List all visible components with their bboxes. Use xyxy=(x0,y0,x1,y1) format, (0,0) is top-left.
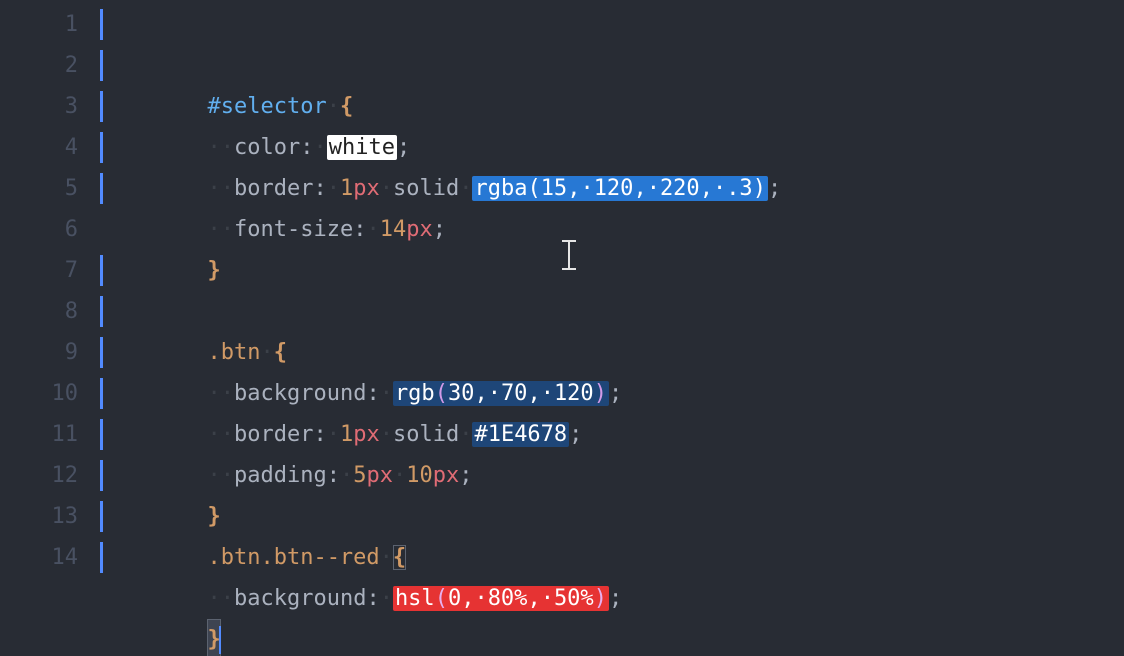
fold-indicator xyxy=(100,91,103,122)
fold-indicator xyxy=(100,542,103,573)
line-number: 10 xyxy=(0,373,78,414)
code-area[interactable]: #selector·{ ··color:·white; ··border:·1p… xyxy=(100,4,1124,656)
fold-indicator xyxy=(100,501,103,532)
color-swatch-hsl[interactable]: hsl(0,·80%,·50%) xyxy=(393,586,609,611)
code-line[interactable]: ··font-size:·14px; xyxy=(100,127,1124,168)
line-number: 12 xyxy=(0,455,78,496)
code-line[interactable]: ··background:·rgb(30,·70,·120); xyxy=(100,291,1124,332)
line-number: 6 xyxy=(0,209,78,250)
code-line[interactable]: ··color:·white; xyxy=(100,45,1124,86)
code-line[interactable]: ··border:·1px·solid·rgba(15,·120,·220,·.… xyxy=(100,86,1124,127)
css-property: background xyxy=(234,586,366,611)
line-number: 14 xyxy=(0,537,78,578)
line-number-gutter: 1 2 3 4 5 6 7 8 9 10 11 12 13 14 xyxy=(0,4,100,656)
line-number: 4 xyxy=(0,127,78,168)
fold-indicator xyxy=(100,419,103,450)
fold-indicator xyxy=(100,337,103,368)
fold-indicator xyxy=(100,50,103,81)
line-number: 9 xyxy=(0,332,78,373)
line-number: 7 xyxy=(0,250,78,291)
fold-indicator xyxy=(100,9,103,40)
line-number: 5 xyxy=(0,168,78,209)
caret xyxy=(219,626,221,654)
line-number: 13 xyxy=(0,496,78,537)
code-line[interactable]: ··background:·hsl(0,·80%,·50%); xyxy=(100,496,1124,537)
code-line[interactable]: .btn·{ xyxy=(100,250,1124,291)
fold-indicator xyxy=(100,296,103,327)
code-line[interactable]: .btn.btn--red·{ xyxy=(100,455,1124,496)
code-line[interactable]: } xyxy=(100,168,1124,209)
code-line[interactable]: ··border:·1px·solid·#1E4678; xyxy=(100,332,1124,373)
code-line[interactable]: } xyxy=(100,537,1124,578)
code-line[interactable]: } xyxy=(100,414,1124,455)
line-number: 2 xyxy=(0,45,78,86)
fold-indicator xyxy=(100,460,103,491)
fold-indicator xyxy=(100,173,103,204)
code-line[interactable] xyxy=(100,209,1124,250)
fold-indicator xyxy=(100,255,103,286)
code-line[interactable]: #selector·{ xyxy=(100,4,1124,45)
fold-indicator xyxy=(100,378,103,409)
line-number: 11 xyxy=(0,414,78,455)
fold-indicator xyxy=(100,132,103,163)
code-editor[interactable]: 1 2 3 4 5 6 7 8 9 10 11 12 13 14 #select… xyxy=(0,0,1124,656)
line-number: 1 xyxy=(0,4,78,45)
line-number: 8 xyxy=(0,291,78,332)
code-line[interactable]: ··padding:·5px·10px; xyxy=(100,373,1124,414)
line-number: 3 xyxy=(0,86,78,127)
